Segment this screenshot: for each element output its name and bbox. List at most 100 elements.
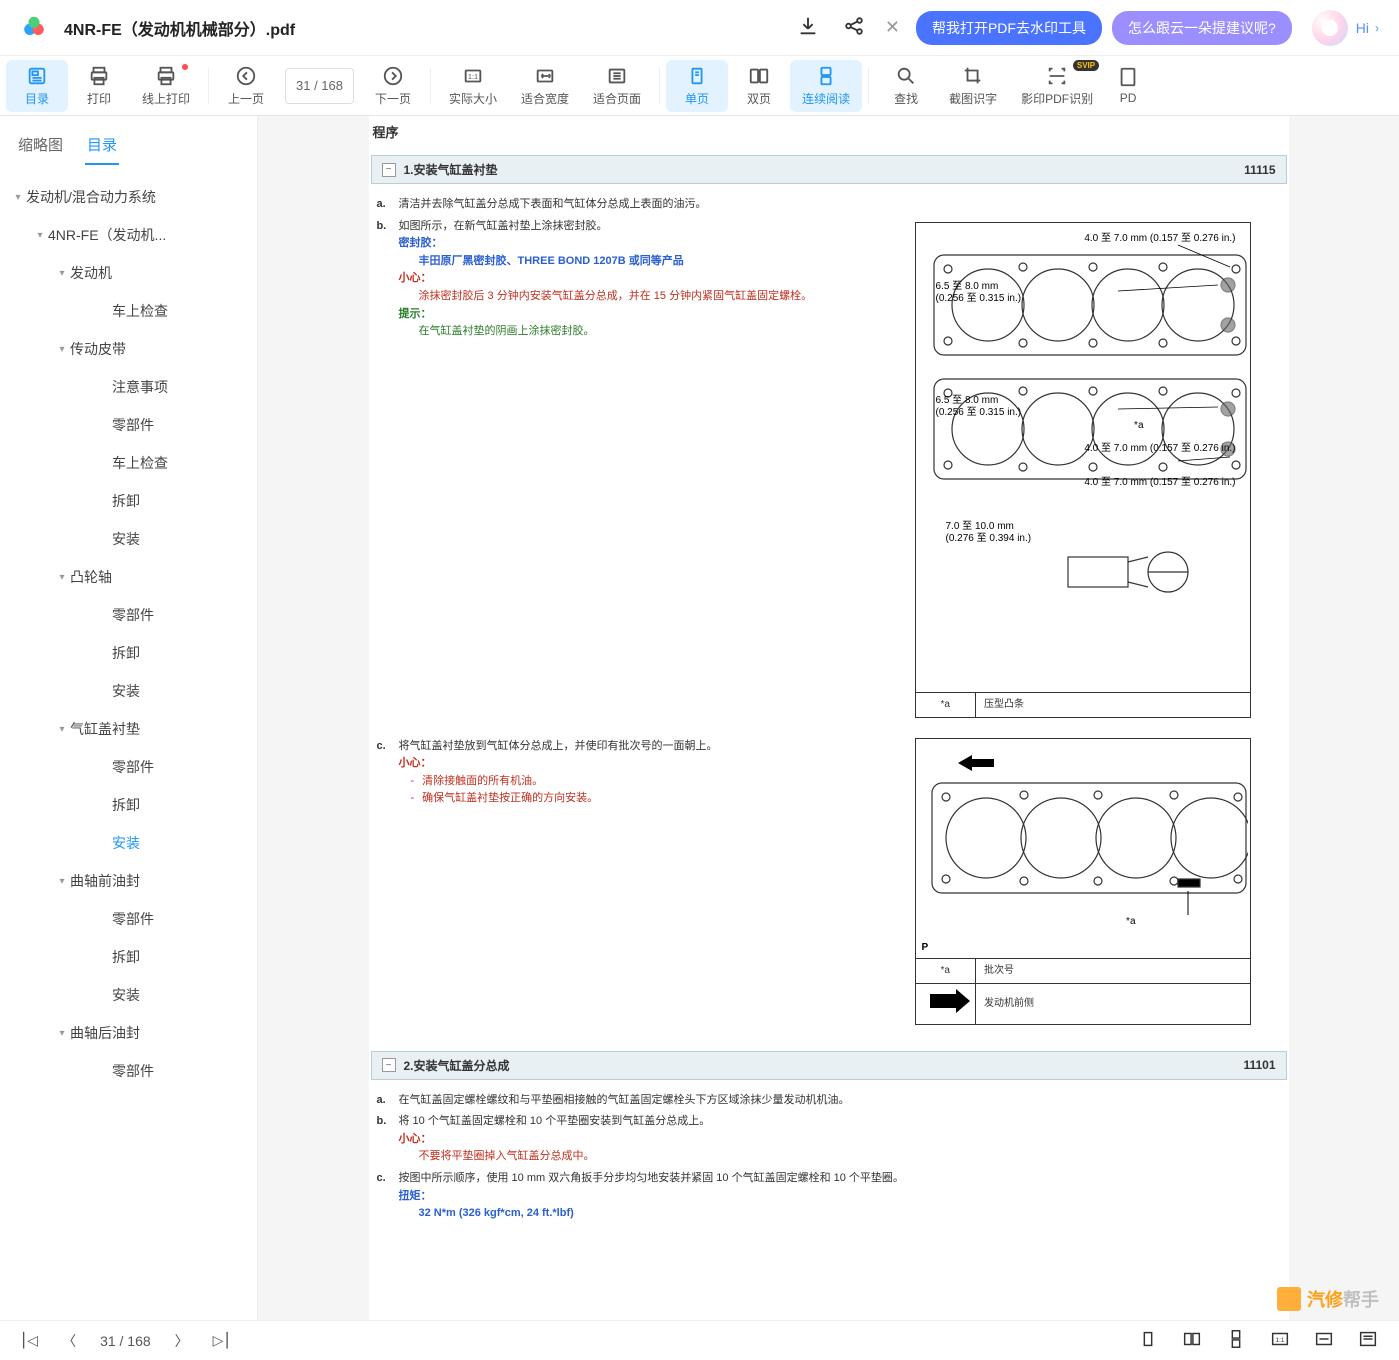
last-page-icon[interactable]: ▷⎮ [213,1332,231,1349]
prev-page-icon[interactable]: 〈 [62,1331,76,1351]
outline-item[interactable]: 安装 [0,976,257,1014]
next-page-icon[interactable]: 〉 [175,1331,189,1351]
scan-pdf-ocr-button[interactable]: SVIP 影印PDF识别 [1009,60,1105,112]
caution-c2: 确保气缸盖衬垫按正确的方向安装。 [411,790,905,808]
section-title: 1.安装气缸盖衬垫 [404,161,498,178]
promo-button-watermark[interactable]: 帮我打开PDF去水印工具 [916,11,1102,45]
collapse-icon[interactable]: − [382,163,396,177]
catalog-icon [26,65,48,87]
outline-item[interactable]: 车上检查 [0,444,257,482]
outline-item[interactable]: 零部件 [0,406,257,444]
outline-item[interactable]: ▾传动皮带 [0,330,257,368]
pdf-more-button[interactable]: PD [1105,60,1151,112]
outline-item-label: 零部件 [112,1061,154,1081]
fit-width-icon [534,65,556,87]
chevron-right-icon[interactable]: › [1375,21,1379,35]
outline-item[interactable]: ▾曲轴后油封 [0,1014,257,1052]
view-fitpage-icon[interactable] [1357,1328,1379,1353]
view-single-icon[interactable] [1137,1328,1159,1353]
outline-item[interactable]: 零部件 [0,596,257,634]
step-letter: b. [377,1113,399,1166]
promo-button-feedback[interactable]: 怎么跟云一朵提建议呢? [1112,11,1292,45]
user-avatar[interactable] [1312,10,1348,46]
diagram2-star-a: *a [1126,914,1135,930]
outline-item[interactable]: ▾发动机/混合动力系统 [0,178,257,216]
legend-value: 压型凸条 [976,693,1250,717]
outline-item[interactable]: 安装 [0,824,257,862]
download-icon[interactable] [797,15,819,40]
double-page-button[interactable]: 双页 [728,60,790,112]
outline-item[interactable]: ▾气缸盖衬垫 [0,710,257,748]
collapse-icon[interactable]: − [382,1058,396,1072]
fit-width-button[interactable]: 适合宽度 [509,60,581,112]
view-fitwidth-icon[interactable] [1313,1328,1335,1353]
outline-item-label: 注意事项 [112,377,168,397]
outline-item[interactable]: ▾发动机 [0,254,257,292]
view-double-icon[interactable] [1181,1328,1203,1353]
outline-item[interactable]: 安装 [0,672,257,710]
find-button[interactable]: 查找 [875,60,937,112]
actual-size-button[interactable]: 1:1 实际大小 [437,60,509,112]
outline-item-label: 车上检查 [112,453,168,473]
outline-tree[interactable]: ▾发动机/混合动力系统▾4NR-FE（发动机...▾发动机车上检查▾传动皮带注意… [0,166,257,1320]
outline-item[interactable]: 零部件 [0,900,257,938]
tab-catalog[interactable]: 目录 [85,126,119,165]
promo-close-icon[interactable]: ✕ [885,17,900,38]
outline-item[interactable]: 车上检查 [0,292,257,330]
outline-item[interactable]: ▾凸轮轴 [0,558,257,596]
hint-label: 提示： [399,306,905,324]
outline-item[interactable]: ▾4NR-FE（发动机... [0,216,257,254]
outline-item-label: 曲轴前油封 [70,871,140,891]
bottom-page-display[interactable]: 31 / 168 [100,1333,151,1349]
outline-item[interactable]: 拆卸 [0,634,257,672]
online-print-label: 线上打印 [142,90,190,107]
page-display[interactable]: 31 / 168 [285,68,354,104]
online-print-button[interactable]: 线上打印 [130,60,202,112]
dim-3b: (0.256 至 0.315 in.) [936,405,1022,421]
view-continuous-icon[interactable] [1225,1328,1247,1353]
outline-item[interactable]: 拆卸 [0,786,257,824]
torque-text: 32 N*m (326 kgf*cm, 24 ft.*lbf) [419,1205,1281,1223]
first-page-icon[interactable]: ⎮◁ [20,1332,38,1349]
outline-item-label: 拆卸 [112,643,140,663]
torque-label: 扭矩： [399,1188,1281,1206]
dim-star-a: *a [1134,418,1143,434]
screenshot-ocr-button[interactable]: 截图识字 [937,60,1009,112]
share-icon[interactable] [843,15,865,40]
outline-item-label: 传动皮带 [70,339,126,359]
step-a-text: 清洁并去除气缸盖分总成下表面和气缸体分总成上表面的油污。 [399,196,1281,214]
vip-badge: SVIP [1073,60,1099,71]
outline-item[interactable]: 零部件 [0,1052,257,1090]
scan-pdf-ocr-label: 影印PDF识别 [1021,90,1093,107]
print-button[interactable]: 打印 [68,60,130,112]
outline-item[interactable]: 拆卸 [0,482,257,520]
catalog-button[interactable]: 目录 [6,60,68,112]
view-1to1-icon[interactable]: 1:1 [1269,1328,1291,1353]
fit-page-button[interactable]: 适合页面 [581,60,653,112]
outline-item[interactable]: ▾曲轴前油封 [0,862,257,900]
next-page-button[interactable]: 下一页 [362,60,424,112]
step-letter: b. [377,218,399,341]
seal-label: 密封胶： [399,235,905,253]
pdf-icon [1117,66,1139,88]
outline-item[interactable]: 拆卸 [0,938,257,976]
continuous-read-button[interactable]: 连续阅读 [790,60,862,112]
outline-item[interactable]: 零部件 [0,748,257,786]
next-page-label: 下一页 [375,90,411,107]
section-header-2[interactable]: − 2.安装气缸盖分总成 11101 [371,1051,1287,1080]
dim-6b: (0.276 至 0.394 in.) [946,531,1032,547]
user-hi-text[interactable]: Hi [1356,20,1369,36]
legend2-value1: 批次号 [976,959,1250,984]
outline-item-label: 安装 [112,833,140,853]
outline-item[interactable]: 注意事项 [0,368,257,406]
single-page-button[interactable]: 单页 [666,60,728,112]
section-header-1[interactable]: − 1.安装气缸盖衬垫 11115 [371,155,1287,184]
step-letter: a. [377,1092,399,1110]
continuous-read-label: 连续阅读 [802,90,850,107]
prev-page-button[interactable]: 上一页 [215,60,277,112]
dim-1: 4.0 至 7.0 mm (0.157 至 0.276 in.) [1084,231,1235,247]
tab-thumbnails[interactable]: 缩略图 [16,126,65,165]
document-viewer[interactable]: 程序 − 1.安装气缸盖衬垫 11115 a. 清洁并去除气缸盖分总成下表面和气… [258,116,1399,1320]
app-logo[interactable] [20,14,48,42]
outline-item[interactable]: 安装 [0,520,257,558]
